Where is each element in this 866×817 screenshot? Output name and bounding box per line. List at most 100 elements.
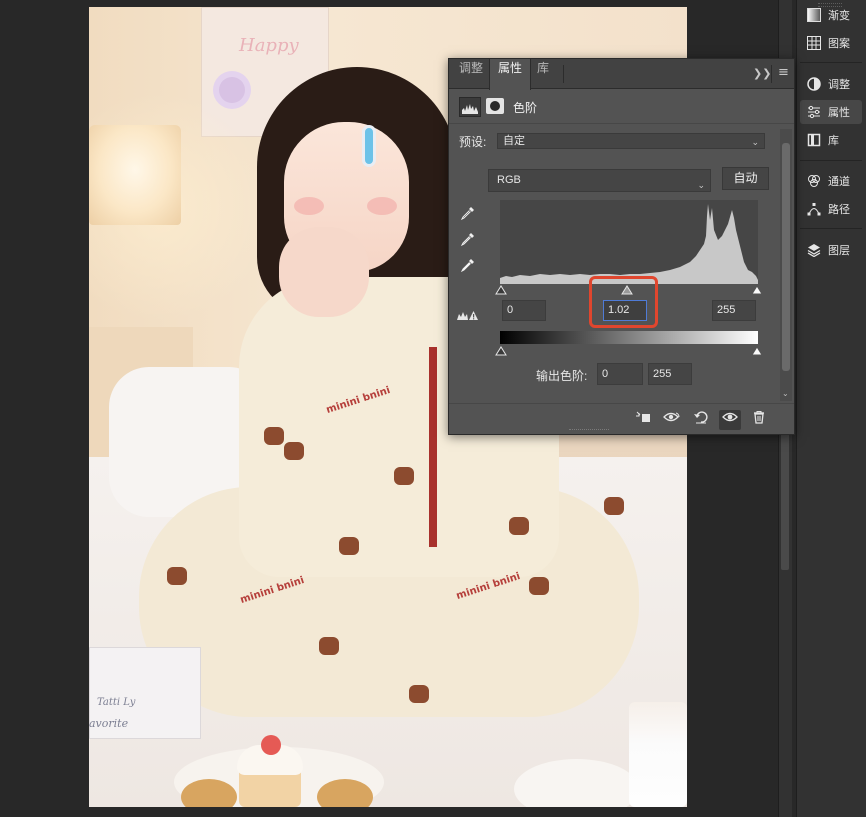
chevron-down-icon: ⌄	[697, 180, 705, 190]
reset-icon[interactable]	[690, 410, 712, 430]
levels-icon[interactable]	[459, 97, 481, 117]
adjustment-type-label: 色阶	[513, 101, 538, 115]
photo-bear-print	[264, 427, 284, 445]
photo-flower	[219, 77, 245, 103]
photo-bear-print	[319, 637, 339, 655]
dock-item-libraries[interactable]: 库	[800, 128, 862, 152]
dock-item-label: 图案	[828, 38, 850, 50]
histogram	[500, 200, 758, 284]
channel-value: RGB	[497, 174, 521, 186]
clip-to-layer-icon[interactable]	[632, 410, 654, 430]
pattern-icon	[806, 35, 822, 51]
dock-divider	[800, 228, 862, 229]
trash-icon[interactable]	[748, 410, 770, 430]
auto-button[interactable]: 自动	[722, 167, 769, 190]
panel-menu-icon[interactable]: ≡	[778, 65, 789, 80]
collapse-icon[interactable]: ❯❯	[753, 67, 771, 80]
dock-item-adjustments[interactable]: 调整	[800, 72, 862, 96]
dock-divider	[800, 160, 862, 161]
tab-divider	[771, 65, 772, 83]
photo-hand	[279, 227, 369, 317]
clipping-warning-icon[interactable]	[457, 309, 479, 324]
output-gradient-bar	[500, 331, 758, 344]
chevron-down-icon: ⌄	[751, 137, 759, 147]
preset-dropdown[interactable]: 自定 ⌄	[497, 133, 765, 149]
scroll-down-icon[interactable]: ⌄	[782, 389, 789, 398]
photo-ribbon	[429, 347, 437, 547]
dock-item-label: 渐变	[828, 10, 850, 22]
dock-item-label: 调整	[828, 79, 850, 91]
photoshop-workspace: Happy minini bnini minini bnini minini b…	[0, 0, 866, 817]
libraries-icon	[806, 132, 822, 148]
photo-bear-print	[284, 442, 304, 460]
dock-item-paths[interactable]: 路径	[800, 197, 862, 221]
output-slider-track[interactable]	[495, 345, 763, 357]
input-white-field[interactable]: 255	[712, 300, 756, 321]
dock-item-label: 路径	[828, 204, 850, 216]
dock-item-label: 通道	[828, 176, 850, 188]
adjustments-icon	[806, 76, 822, 92]
adjustment-type-row: 色阶	[449, 90, 794, 124]
photo-cookie	[181, 779, 237, 807]
gradient-icon	[806, 7, 822, 23]
input-white-handle	[751, 285, 763, 295]
visibility-eye-icon[interactable]	[719, 410, 741, 430]
dock-scrollbar-thumb[interactable]	[781, 420, 789, 570]
output-white-handle	[751, 346, 763, 356]
tab-properties[interactable]: 属性	[489, 59, 532, 90]
photo-bear-print	[394, 467, 414, 485]
photo-lamp	[89, 125, 181, 225]
dock-item-label: 图层	[828, 245, 850, 257]
input-black-field[interactable]: 0	[502, 300, 546, 321]
photo-hairclip	[362, 125, 376, 167]
black-eyedropper-icon[interactable]	[460, 205, 476, 221]
dock-item-gradient[interactable]: 渐变	[800, 3, 862, 27]
photo-book-text: Tatti Ly	[97, 697, 136, 708]
preset-value: 自定	[503, 135, 525, 147]
gray-eyedropper-icon[interactable]	[460, 231, 476, 247]
tab-divider	[563, 65, 564, 83]
panel-footer	[449, 403, 794, 434]
photo-cheek	[294, 197, 324, 215]
dock-item-pattern[interactable]: 图案	[800, 31, 862, 55]
dock-item-channels[interactable]: 通道	[800, 169, 862, 193]
panel-resize-grip[interactable]	[569, 429, 609, 432]
tab-libraries[interactable]: 库	[529, 59, 557, 89]
channels-icon	[806, 173, 822, 189]
annotation-highlight-box	[589, 276, 658, 328]
photo-milk-glass	[629, 702, 687, 807]
paths-icon	[806, 201, 822, 217]
photo-bear-print	[409, 685, 429, 703]
output-black-handle	[495, 346, 507, 356]
photo-bear-print	[167, 567, 187, 585]
histogram-graph	[500, 204, 758, 284]
histogram-shape	[500, 204, 758, 284]
photo-cookie	[317, 779, 373, 807]
input-black-handle	[495, 285, 507, 295]
dock-divider	[800, 62, 862, 63]
photo-bear-print	[339, 537, 359, 555]
white-eyedropper-icon[interactable]	[460, 257, 476, 273]
dock-item-label: 属性	[828, 107, 850, 119]
photo-cheek	[367, 197, 397, 215]
output-black-field[interactable]: 0	[597, 363, 643, 385]
photo-bear-print	[509, 517, 529, 535]
photo-bear-print	[604, 497, 624, 515]
view-previous-state-icon[interactable]	[661, 410, 683, 430]
output-white-field[interactable]: 255	[648, 363, 692, 385]
tab-adjustments[interactable]: 调整	[451, 59, 491, 89]
properties-panel: 调整 属性 库 ❯❯ ≡ 色阶 预设: 自定 ⌄ RGB ⌄ 自动 0 1.02…	[448, 58, 795, 435]
dock-item-layers[interactable]: 图层	[800, 238, 862, 262]
properties-icon	[806, 104, 822, 120]
photo-book-text: avorite	[89, 717, 129, 730]
panel-scrollbar-thumb[interactable]	[782, 143, 790, 371]
mask-icon[interactable]	[486, 98, 504, 114]
layers-icon	[806, 242, 822, 258]
photo-poster-text: Happy	[239, 35, 299, 56]
output-levels-label: 输出色阶:	[536, 369, 588, 383]
dock-item-properties[interactable]: 属性	[800, 100, 862, 124]
dock-item-label: 库	[828, 135, 839, 147]
panel-tab-bar: 调整 属性 库 ❯❯ ≡	[449, 59, 794, 90]
photo-strawberry	[261, 735, 281, 755]
channel-dropdown[interactable]: RGB ⌄	[488, 169, 711, 192]
